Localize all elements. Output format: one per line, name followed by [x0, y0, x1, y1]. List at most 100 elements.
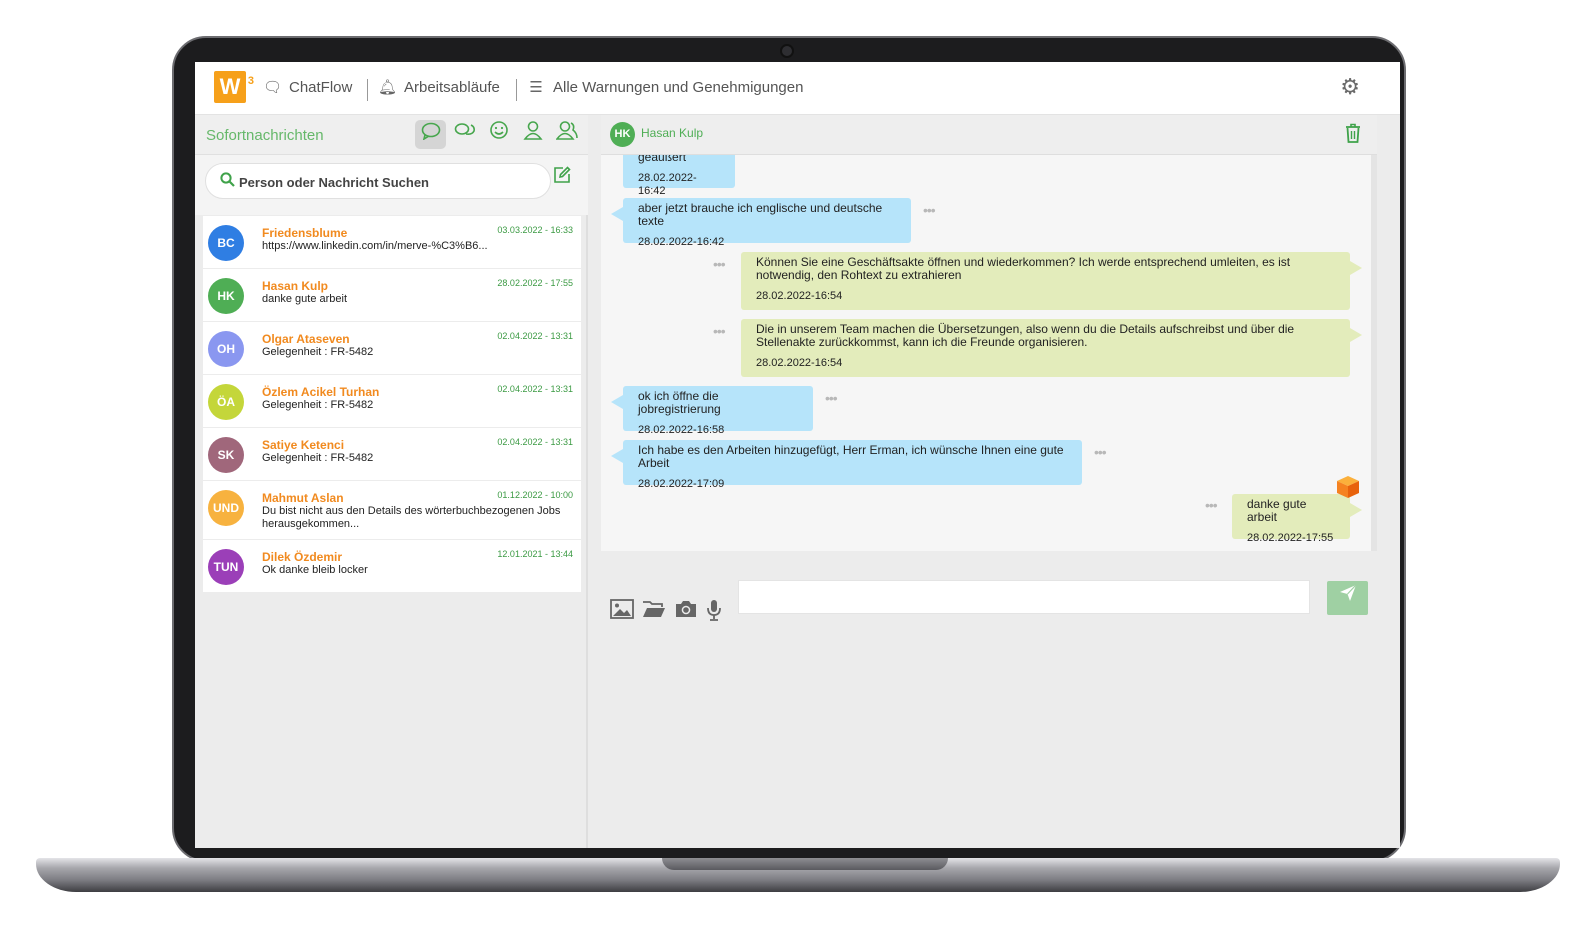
contact-name: Olgar Ataseven [262, 332, 350, 346]
conversation-item[interactable]: UND Mahmut Aslan Du bist nicht aus den D… [203, 480, 581, 539]
chat-contact-name[interactable]: Hasan Kulp [641, 126, 703, 140]
conversations-panel: Sofortnachrichten Person oder Nachricht … [195, 115, 588, 848]
list-icon: ☰ [529, 79, 543, 96]
bubble-tail [1350, 328, 1362, 342]
incoming-message: ok ich öffne die jobregistrierung 28.02.… [623, 386, 813, 436]
conversation-item[interactable]: SK Satiye Ketenci Gelegenheit : FR-5482 … [203, 427, 581, 480]
person-icon[interactable] [517, 120, 548, 149]
conversation-list: BC Friedensblume https://www.linkedin.co… [203, 215, 581, 592]
message-time: 02.04.2022 - 13:31 [497, 437, 573, 447]
avatar: SK [208, 437, 244, 473]
last-message: danke gute arbeit [262, 293, 348, 305]
webcam [780, 44, 794, 58]
group-chat-icon[interactable] [449, 120, 480, 149]
message-time: 03.03.2022 - 16:33 [497, 225, 573, 235]
message-time: 28.02.2022-16:54 [756, 357, 843, 369]
conversation-item[interactable]: BC Friedensblume https://www.linkedin.co… [203, 215, 581, 268]
trash-icon[interactable] [1345, 123, 1361, 149]
nav-item-warnungen[interactable]: ☰ Alle Warnungen und Genehmigungen [527, 78, 803, 97]
message-options-icon[interactable]: ••• [825, 390, 838, 406]
chat-contact-avatar: HK [610, 122, 635, 147]
message-options-icon[interactable]: ••• [1205, 497, 1218, 513]
emoji-icon[interactable] [483, 120, 514, 149]
laptop-mockup: W3 🗨 ChatFlow 🔔︎ Arbeitsabläufe ☰ Alle W… [0, 0, 1595, 932]
persons-icon[interactable] [551, 120, 582, 149]
message-input[interactable] [738, 580, 1310, 614]
message-time: 28.02.2022-17:09 [638, 478, 725, 490]
bell-icon: 🔔︎ [378, 79, 398, 96]
message-text: ok ich öffne die jobregistrierung [638, 389, 721, 416]
gear-icon[interactable]: ⚙ [1340, 74, 1360, 100]
message-time: 28.02.2022 - 17:55 [497, 278, 573, 288]
avatar: ÖA [208, 384, 244, 420]
cube-icon [1337, 476, 1359, 498]
search-input[interactable] [239, 171, 539, 193]
chat-header: HK Hasan Kulp [601, 115, 1377, 155]
camera-icon[interactable] [674, 599, 698, 627]
avatar: OH [208, 331, 244, 367]
logo-letter: W [219, 74, 241, 99]
bubble-tail [611, 449, 623, 463]
last-message: Gelegenheit : FR-5482 [262, 346, 374, 358]
last-message: https://www.linkedin.com/in/merve-%C3%B6… [262, 240, 488, 252]
laptop-notch [662, 858, 948, 870]
bubble-tail [611, 395, 623, 409]
message-text: Können Sie eine Geschäftsakte öffnen und… [756, 255, 1291, 282]
bubble-tail [1350, 261, 1362, 275]
nav-separator [516, 79, 517, 101]
conversation-item[interactable]: HK Hasan Kulp danke gute arbeit 28.02.20… [203, 268, 581, 321]
contact-name: Özlem Acikel Turhan [262, 385, 380, 399]
logo-superscript: 3 [247, 75, 254, 87]
message-options-icon[interactable]: ••• [923, 202, 936, 218]
image-icon[interactable] [610, 599, 634, 627]
message-text: geäußert [638, 155, 687, 164]
chat-panel: HK Hasan Kulp geäußert 28.02.2022-16:42 … [601, 115, 1377, 848]
message-time: 28.02.2022-17:55 [1247, 532, 1334, 544]
w3-logo[interactable]: W3 [214, 71, 254, 103]
bubble-tail [611, 207, 623, 221]
incoming-message: Ich habe es den Arbeiten hinzugefügt, He… [623, 440, 1082, 490]
contact-name: Dilek Özdemir [262, 550, 343, 564]
conversation-item[interactable]: ÖA Özlem Acikel Turhan Gelegenheit : FR-… [203, 374, 581, 427]
search-box[interactable] [205, 163, 551, 199]
nav-item-chatflow[interactable]: 🗨 ChatFlow [263, 78, 352, 97]
message-options-icon[interactable]: ••• [1094, 444, 1107, 460]
incoming-message: aber jetzt brauche ich englische und deu… [623, 198, 911, 248]
send-button[interactable] [1327, 581, 1368, 615]
outgoing-message: Die in unserem Team machen die Übersetzu… [741, 319, 1350, 377]
search-area [195, 155, 588, 215]
message-time: 28.02.2022-16:42 [638, 236, 725, 248]
last-message: Gelegenheit : FR-5482 [262, 452, 374, 464]
conversations-title: Sofortnachrichten [206, 127, 324, 144]
message-thread: geäußert 28.02.2022-16:42 aber jetzt bra… [601, 155, 1377, 551]
paper-plane-icon [1339, 584, 1356, 601]
avatar: UND [208, 490, 244, 526]
incoming-message: geäußert 28.02.2022-16:42 [623, 155, 735, 197]
bubble-tail [1350, 503, 1362, 517]
chat-bubble-icon[interactable] [415, 120, 446, 149]
conversation-item[interactable]: TUN Dilek Özdemir Ok danke bleib locker … [203, 539, 581, 592]
message-text: aber jetzt brauche ich englische und deu… [638, 201, 883, 228]
message-time: 28.02.2022-16:58 [638, 424, 725, 436]
last-message: Du bist nicht aus den Details des wörter… [262, 505, 561, 530]
message-text: Ich habe es den Arbeiten hinzugefügt, He… [638, 443, 1064, 470]
nav-item-arbeitsablaeufe[interactable]: 🔔︎ Arbeitsabläufe [378, 78, 500, 97]
folder-icon[interactable] [642, 599, 666, 627]
search-icon [220, 172, 235, 191]
nav-separator [367, 79, 368, 101]
last-message: Ok danke bleib locker [262, 564, 368, 576]
microphone-icon[interactable] [706, 599, 722, 627]
message-time: 02.04.2022 - 13:31 [497, 331, 573, 341]
message-options-icon[interactable]: ••• [713, 323, 726, 339]
message-time: 01.12.2022 - 10:00 [497, 490, 573, 500]
contact-name: Friedensblume [262, 226, 348, 240]
message-text: danke gute arbeit [1247, 497, 1307, 524]
message-text: Die in unserem Team machen die Übersetzu… [756, 322, 1295, 349]
conversations-header: Sofortnachrichten [195, 115, 588, 155]
conversation-item[interactable]: OH Olgar Ataseven Gelegenheit : FR-5482 … [203, 321, 581, 374]
message-options-icon[interactable]: ••• [713, 256, 726, 272]
message-time: 28.02.2022-16:42 [638, 172, 697, 197]
chat-bubbles-icon: 🗨 [263, 79, 283, 96]
compose-icon[interactable] [553, 166, 571, 189]
top-navigation-bar: W3 🗨 ChatFlow 🔔︎ Arbeitsabläufe ☰ Alle W… [195, 62, 1400, 115]
